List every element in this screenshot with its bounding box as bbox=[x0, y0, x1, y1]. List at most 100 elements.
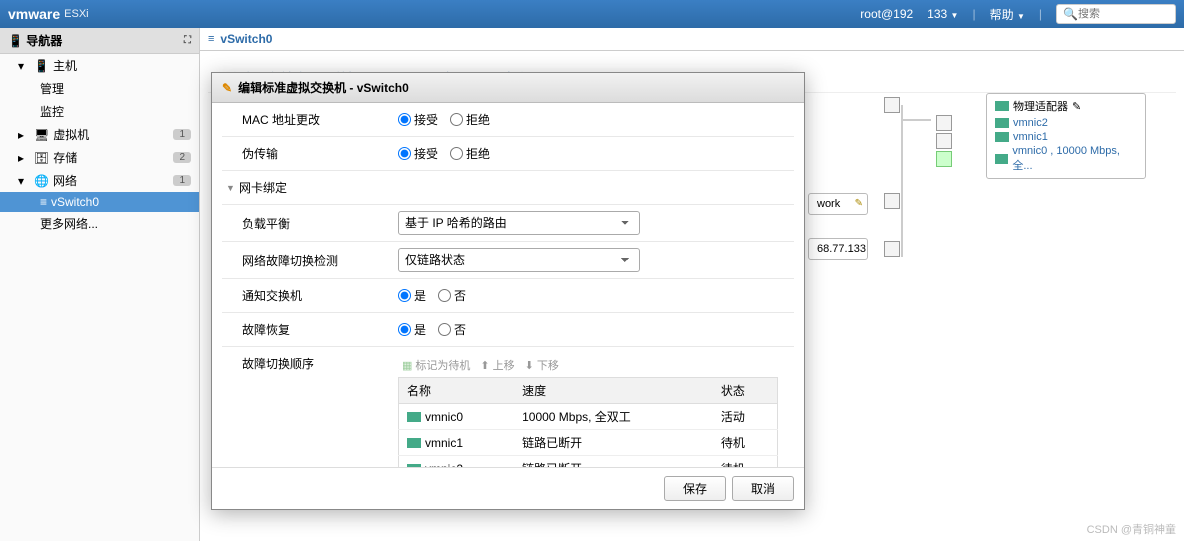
radio-reject[interactable]: 拒绝 bbox=[450, 145, 490, 162]
nic-icon bbox=[995, 154, 1008, 164]
prop-label: 通知交换机 bbox=[222, 279, 392, 312]
count-badge: 2 bbox=[173, 152, 191, 163]
btn-label: 上移 bbox=[493, 357, 515, 373]
cancel-button[interactable]: 取消 bbox=[732, 476, 794, 501]
radio-input[interactable] bbox=[438, 289, 451, 302]
btn-label: 标记为待机 bbox=[415, 357, 470, 373]
radio-input[interactable] bbox=[398, 147, 411, 160]
search-input[interactable] bbox=[1078, 8, 1168, 20]
nic-speed: 10000 Mbps, 全双工 bbox=[514, 404, 713, 430]
maximize-icon[interactable]: ⛶ bbox=[184, 35, 191, 46]
save-button[interactable]: 保存 bbox=[664, 476, 726, 501]
adapter-label: vmnic0 , 10000 Mbps, 全... bbox=[1012, 145, 1137, 173]
radio-label: 拒绝 bbox=[466, 111, 490, 128]
row-nic-teaming-header[interactable]: ▼ 网卡绑定 bbox=[222, 171, 794, 205]
connector-icon bbox=[936, 133, 952, 149]
pencil-icon[interactable]: ✎ bbox=[855, 198, 863, 209]
wire bbox=[901, 119, 931, 121]
page-title: vSwitch0 bbox=[220, 32, 272, 46]
radio-input[interactable] bbox=[398, 289, 411, 302]
port-group-label: work bbox=[817, 198, 840, 210]
nic-name: vmnic1 bbox=[425, 436, 463, 450]
radio-yes[interactable]: 是 bbox=[398, 321, 426, 338]
sidebar-item-vswitch0[interactable]: ≡ vSwitch0 bbox=[0, 192, 199, 212]
pencil-icon[interactable]: ✎ bbox=[1072, 100, 1081, 113]
row-load-balancing: 负载平衡 基于 IP 哈希的路由 bbox=[222, 205, 794, 242]
prop-label: 伪传输 bbox=[222, 137, 392, 170]
user-label[interactable]: root@192 bbox=[860, 7, 913, 21]
prop-label: 故障恢复 bbox=[222, 313, 392, 346]
sidebar-item-label: 存储 bbox=[53, 149, 77, 166]
move-up-button[interactable]: ⬆ 上移 bbox=[480, 357, 514, 373]
search-icon: 🔍 bbox=[1063, 7, 1078, 21]
sidebar-item-label: vSwitch0 bbox=[51, 195, 99, 209]
adapter-row[interactable]: vmnic2 bbox=[995, 116, 1137, 130]
count-badge: 1 bbox=[173, 129, 191, 140]
load-balancing-select[interactable]: 基于 IP 哈希的路由 bbox=[398, 211, 640, 235]
adapter-row[interactable]: vmnic1 bbox=[995, 130, 1137, 144]
sidebar-item-storage[interactable]: ▸🗄 存储 2 bbox=[0, 146, 199, 169]
adapter-row[interactable]: vmnic0 , 10000 Mbps, 全... bbox=[995, 144, 1137, 174]
content-header: ≡ vSwitch0 bbox=[200, 28, 1184, 51]
separator: | bbox=[972, 7, 975, 21]
connector-icon bbox=[884, 97, 900, 113]
port-group-box[interactable]: 68.77.133 bbox=[808, 238, 868, 260]
col-status: 状态 bbox=[713, 378, 778, 404]
prop-label: MAC 地址更改 bbox=[222, 103, 392, 136]
sidebar-item-host[interactable]: ▾📱 主机 bbox=[0, 54, 199, 77]
table-row[interactable]: vmnic1 链路已断开 待机 bbox=[399, 430, 778, 456]
sidebar-item-more-networks[interactable]: 更多网络... bbox=[0, 212, 199, 235]
table-row[interactable]: vmnic0 10000 Mbps, 全双工 活动 bbox=[399, 404, 778, 430]
mark-standby-button[interactable]: ▦ 标记为待机 bbox=[402, 357, 470, 373]
radio-accept[interactable]: 接受 bbox=[398, 145, 438, 162]
nic-name: vmnic0 bbox=[425, 410, 463, 424]
sidebar-item-monitor[interactable]: 监控 bbox=[0, 100, 199, 123]
nic-status: 待机 bbox=[713, 456, 778, 468]
sidebar-item-label: 主机 bbox=[53, 57, 77, 74]
arrow-down-icon: ⬇ bbox=[525, 359, 534, 372]
failover-detection-select[interactable]: 仅链路状态 bbox=[398, 248, 640, 272]
radio-label: 接受 bbox=[414, 145, 438, 162]
radio-input[interactable] bbox=[398, 113, 411, 126]
section-title: 网卡绑定 bbox=[239, 179, 287, 196]
dialog-body: MAC 地址更改 接受 拒绝 伪传输 接受 拒绝 ▼ 网卡绑定 负载平衡 基于 … bbox=[212, 103, 804, 467]
nic-icon bbox=[995, 132, 1009, 142]
chevron-right-icon: ▸ bbox=[18, 151, 30, 165]
watermark: CSDN @青铜神童 bbox=[1087, 521, 1176, 537]
nic-icon bbox=[407, 412, 421, 422]
nic-icon: ▦ bbox=[402, 359, 412, 372]
sidebar-item-network[interactable]: ▾🌐 网络 1 bbox=[0, 169, 199, 192]
account-num[interactable]: 133 bbox=[927, 7, 947, 21]
chevron-down-icon: ▾ bbox=[18, 174, 30, 188]
port-group-box[interactable]: work ✎ bbox=[808, 193, 868, 215]
adapter-label: vmnic1 bbox=[1013, 131, 1048, 143]
radio-reject[interactable]: 拒绝 bbox=[450, 111, 490, 128]
radio-yes[interactable]: 是 bbox=[398, 287, 426, 304]
radio-input[interactable] bbox=[450, 113, 463, 126]
radio-input[interactable] bbox=[438, 323, 451, 336]
radio-accept[interactable]: 接受 bbox=[398, 111, 438, 128]
help-menu[interactable]: 帮助 bbox=[990, 8, 1014, 22]
search-box[interactable]: 🔍 bbox=[1056, 4, 1176, 24]
radio-no[interactable]: 否 bbox=[438, 287, 466, 304]
radio-no[interactable]: 否 bbox=[438, 321, 466, 338]
radio-label: 是 bbox=[414, 287, 426, 304]
connector-icon bbox=[884, 193, 900, 209]
prop-label: 负载平衡 bbox=[222, 207, 392, 240]
port-group-label: 68.77.133 bbox=[817, 243, 866, 255]
nic-icon bbox=[407, 464, 421, 468]
sidebar-item-vm[interactable]: ▸🖥 虚拟机 1 bbox=[0, 123, 199, 146]
nic-speed: 链路已断开 bbox=[514, 456, 713, 468]
radio-input[interactable] bbox=[398, 323, 411, 336]
nic-order-toolbar: ▦ 标记为待机 ⬆ 上移 ⬇ 下移 bbox=[398, 353, 788, 377]
wire bbox=[901, 105, 903, 257]
sidebar-item-manage[interactable]: 管理 bbox=[0, 77, 199, 100]
navigator-panel: 📱 导航器 ⛶ ▾📱 主机 管理 监控 ▸🖥 虚拟机 1 ▸🗄 存储 2 ▾🌐 … bbox=[0, 28, 200, 541]
move-down-button[interactable]: ⬇ 下移 bbox=[525, 357, 559, 373]
table-row[interactable]: vmnic2 链路已断开 待机 bbox=[399, 456, 778, 468]
adapters-title: 物理适配器 bbox=[1013, 98, 1068, 114]
row-failover-order: 故障切换顺序 ▦ 标记为待机 ⬆ 上移 ⬇ 下移 名称 速度 状态 bbox=[222, 347, 794, 467]
connector-icon bbox=[936, 151, 952, 167]
sidebar-item-label: 网络 bbox=[53, 172, 77, 189]
radio-input[interactable] bbox=[450, 147, 463, 160]
